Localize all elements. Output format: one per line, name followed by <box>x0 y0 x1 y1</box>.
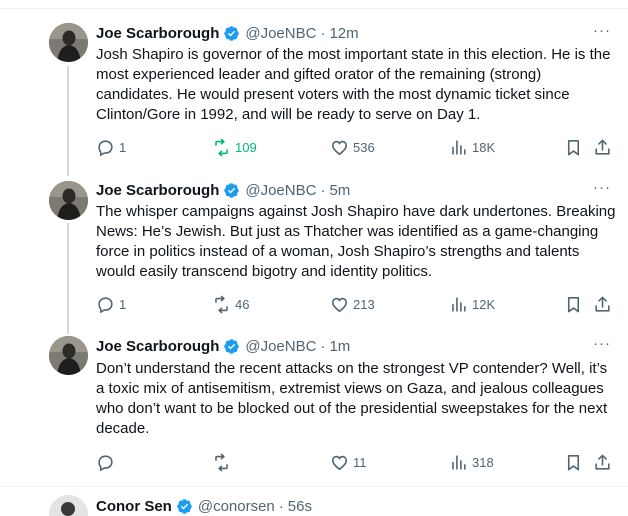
tweet-header: Joe Scarborough @JoeNBC · 12m ··· <box>96 22 614 44</box>
timestamp[interactable]: 56s <box>288 498 312 515</box>
tweet-actions: 11 318 <box>96 452 616 472</box>
bookmark-icon <box>567 296 580 312</box>
views-count: 12K <box>472 296 496 312</box>
timestamp[interactable]: 5m <box>329 182 350 199</box>
more-options-icon[interactable]: ··· <box>590 335 614 357</box>
retweet-icon <box>215 295 228 313</box>
bookmark-button[interactable] <box>564 452 583 472</box>
like-button[interactable]: 536 <box>330 137 375 157</box>
verified-badge-icon <box>224 338 240 354</box>
avatar[interactable] <box>49 23 88 62</box>
author-name[interactable]: Joe Scarborough <box>96 25 219 42</box>
tweet-actions: 1 109 536 18K <box>96 137 616 157</box>
avatar[interactable] <box>49 495 88 516</box>
views-button[interactable]: 18K <box>449 137 495 157</box>
reply-count: 1 <box>119 139 127 155</box>
reply-button[interactable]: 1 <box>96 294 126 314</box>
retweet-count: 109 <box>235 139 257 155</box>
verified-badge-icon <box>224 182 240 198</box>
author-handle[interactable]: @JoeNBC <box>245 25 316 42</box>
separator: · <box>320 24 326 42</box>
separator: · <box>320 181 326 199</box>
like-count: 11 <box>353 454 367 470</box>
tweet[interactable]: Joe Scarborough @JoeNBC · 12m ··· Josh S… <box>0 0 628 170</box>
tweet-text: Don’t understand the recent attacks on t… <box>96 360 608 437</box>
bookmark-button[interactable] <box>564 137 583 157</box>
bookmark-icon <box>567 139 580 155</box>
analytics-icon <box>452 139 466 155</box>
analytics-icon <box>452 454 466 470</box>
share-icon <box>595 454 610 470</box>
share-icon <box>595 296 610 312</box>
share-button[interactable] <box>593 294 612 314</box>
reply-button[interactable]: 1 <box>96 137 126 157</box>
tweet-header: Joe Scarborough @JoeNBC · 1m ··· <box>96 335 614 357</box>
author-handle[interactable]: @JoeNBC <box>245 182 316 199</box>
analytics-icon <box>452 296 466 312</box>
views-button[interactable]: 12K <box>449 294 495 314</box>
share-icon <box>595 139 610 155</box>
timestamp[interactable]: 1m <box>329 338 350 355</box>
author-handle[interactable]: @JoeNBC <box>245 338 316 355</box>
reply-icon <box>98 139 113 156</box>
separator: · <box>320 337 326 355</box>
share-button[interactable] <box>593 137 612 157</box>
timestamp[interactable]: 12m <box>329 25 358 42</box>
bookmark-icon <box>567 454 580 470</box>
reply-icon <box>98 454 113 471</box>
author-name[interactable]: Conor Sen <box>96 498 172 515</box>
avatar[interactable] <box>49 336 88 375</box>
avatar[interactable] <box>49 181 88 220</box>
bookmark-button[interactable] <box>564 294 583 314</box>
like-count: 213 <box>353 296 375 312</box>
like-button[interactable]: 213 <box>330 294 375 314</box>
verified-badge-icon <box>177 498 192 514</box>
views-button[interactable]: 318 <box>449 452 494 472</box>
retweet-icon <box>215 138 228 156</box>
retweet-button[interactable]: 46 <box>212 294 249 314</box>
like-count: 536 <box>353 139 375 155</box>
separator: · <box>278 497 284 515</box>
tweet-text: The whisper campaigns against Josh Shapi… <box>96 203 616 280</box>
heart-icon <box>331 297 348 312</box>
tweet-header: Conor Sen @conorsen · 56s <box>96 495 614 516</box>
more-options-icon[interactable]: ··· <box>590 22 614 44</box>
views-count: 18K <box>472 139 496 155</box>
retweet-count: 46 <box>235 296 250 312</box>
timeline: Joe Scarborough @JoeNBC · 12m ··· Josh S… <box>0 0 628 516</box>
tweet[interactable]: Joe Scarborough @JoeNBC · 5m ··· The whi… <box>0 170 628 330</box>
like-button[interactable]: 11 <box>330 452 367 472</box>
verified-badge-icon <box>224 25 240 41</box>
tweet-actions: 1 46 213 12K <box>96 294 616 314</box>
reply-button[interactable] <box>96 452 119 472</box>
author-handle[interactable]: @conorsen <box>198 498 275 515</box>
retweet-button[interactable] <box>212 452 235 472</box>
tweet-text: Josh Shapiro is governor of the most imp… <box>96 46 611 123</box>
reply-count: 1 <box>119 296 127 312</box>
retweet-icon <box>215 453 228 471</box>
tweet[interactable]: Joe Scarborough @JoeNBC · 1m ··· Don’t u… <box>0 330 628 486</box>
tweet[interactable]: Conor Sen @conorsen · 56s <box>0 487 628 516</box>
tweet-header: Joe Scarborough @JoeNBC · 5m ··· <box>96 179 614 201</box>
author-name[interactable]: Joe Scarborough <box>96 182 219 199</box>
author-name[interactable]: Joe Scarborough <box>96 338 219 355</box>
heart-icon <box>331 140 348 155</box>
share-button[interactable] <box>593 452 612 472</box>
heart-icon <box>331 455 348 470</box>
reply-icon <box>98 296 113 313</box>
views-count: 318 <box>472 454 494 470</box>
retweet-button[interactable]: 109 <box>212 137 257 157</box>
more-options-icon[interactable]: ··· <box>590 179 614 201</box>
